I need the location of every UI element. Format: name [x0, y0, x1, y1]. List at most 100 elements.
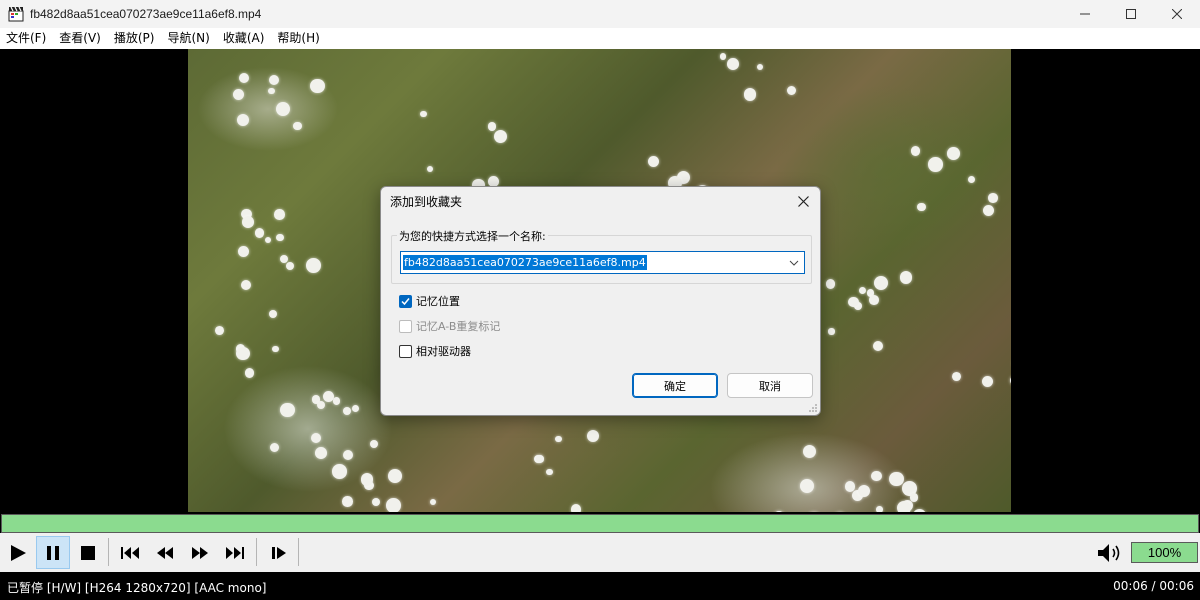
minimize-icon [1080, 13, 1090, 15]
flower-speck [536, 455, 544, 463]
flower-speck [910, 145, 921, 156]
relative-drive-label: 相对驱动器 [416, 345, 471, 358]
frame-step-button[interactable] [262, 536, 296, 569]
flower-speck [554, 435, 562, 443]
speaker-icon[interactable] [1096, 542, 1124, 564]
skip-previous-icon [121, 546, 139, 559]
menu-file[interactable]: 文件(F) [0, 28, 53, 49]
flower-speck [719, 53, 727, 60]
flower-speck [311, 432, 322, 443]
cancel-button[interactable]: 取消 [727, 373, 813, 398]
flower-speck [988, 193, 998, 203]
stop-icon [81, 545, 95, 560]
skip-next-icon [226, 546, 244, 559]
flower-speck [280, 402, 295, 418]
flower-speck [285, 261, 294, 270]
pause-button[interactable] [36, 536, 70, 569]
flower-speck [238, 73, 250, 84]
rewind-button[interactable] [148, 536, 182, 569]
flower-speck [371, 497, 381, 507]
flower-speck [487, 122, 496, 131]
flower-speck [896, 500, 912, 512]
flower-speck [859, 286, 867, 294]
flower-speck [757, 64, 764, 71]
flower-speck [872, 341, 883, 352]
flower-speck [420, 110, 427, 117]
flower-speck [727, 57, 739, 70]
minimize-button[interactable] [1062, 0, 1108, 28]
flower-speck [293, 121, 302, 131]
previous-button[interactable] [113, 536, 147, 569]
play-button[interactable] [1, 536, 35, 569]
flower-speck [947, 147, 960, 160]
menu-favorites[interactable]: 收藏(A) [217, 28, 272, 49]
next-button[interactable] [218, 536, 252, 569]
status-info: 已暂停 [H/W] [H264 1280x720] [AAC mono] [7, 581, 267, 595]
clapperboard-icon [8, 6, 24, 22]
fast-forward-button[interactable] [183, 536, 217, 569]
remember-position-label: 记忆位置 [416, 295, 460, 308]
play-icon [11, 544, 26, 561]
ok-button[interactable]: 确定 [632, 373, 718, 398]
checkbox-icon[interactable] [399, 344, 412, 358]
flower-speck [267, 87, 275, 95]
flower-speck [369, 439, 378, 448]
dialog-close-button[interactable] [790, 190, 816, 212]
flower-speck [429, 498, 437, 506]
flower-speck [807, 511, 820, 512]
flower-speck [909, 493, 918, 502]
flower-speck [825, 279, 836, 289]
remember-position-checkbox[interactable]: 记忆位置 [399, 293, 460, 309]
flower-speck [342, 406, 351, 415]
flower-speck [240, 280, 251, 291]
frame-step-icon [272, 546, 286, 559]
flower-speck [237, 113, 250, 126]
resize-grip-icon[interactable] [808, 403, 818, 413]
flower-speck [270, 443, 280, 453]
title-bar: fb482d8aa51cea070273ae9ce11a6ef8.mp4 [0, 0, 1200, 28]
flower-speck [268, 75, 279, 86]
flower-speck [858, 485, 871, 498]
menu-help[interactable]: 帮助(H) [271, 28, 326, 49]
flower-speck [306, 258, 322, 273]
flower-speck [351, 404, 360, 413]
flower-speck [874, 275, 889, 290]
window-title: fb482d8aa51cea070273ae9ce11a6ef8.mp4 [30, 7, 262, 21]
chevron-down-icon[interactable] [789, 258, 799, 268]
flower-speck [743, 88, 757, 101]
relative-drive-checkbox[interactable]: 相对驱动器 [399, 343, 471, 359]
maximize-button[interactable] [1108, 0, 1154, 28]
dialog-title: 添加到收藏夹 [390, 195, 463, 209]
flower-speck [237, 246, 249, 257]
flower-speck [889, 471, 904, 487]
close-window-button[interactable] [1154, 0, 1200, 28]
volume-slider[interactable]: 100% [1131, 542, 1198, 563]
shortcut-name-combobox[interactable]: fb482d8aa51cea070273ae9ce11a6ef8.mp4 [400, 251, 805, 274]
stop-button[interactable] [71, 536, 105, 569]
remember-ab-repeat-checkbox: 记忆A-B重复标记 [399, 318, 500, 334]
add-favorite-dialog: 添加到收藏夹 为您的快捷方式选择一个名称: fb482d8aa51cea0702… [380, 186, 821, 416]
remember-ab-repeat-label: 记忆A-B重复标记 [416, 320, 501, 333]
flower-speck [570, 504, 582, 512]
menu-navigate[interactable]: 导航(N) [161, 28, 216, 49]
flower-speck [426, 165, 434, 172]
flower-speck [388, 469, 402, 484]
flower-speck [899, 271, 913, 284]
flower-speck [1009, 376, 1011, 386]
flower-speck [876, 506, 883, 512]
flower-speck [272, 345, 279, 353]
flower-speck [235, 346, 250, 361]
seek-bar[interactable] [1, 514, 1199, 533]
flower-speck [868, 295, 879, 306]
shortcut-name-value: fb482d8aa51cea070273ae9ce11a6ef8.mp4 [403, 255, 647, 270]
flower-speck [828, 328, 835, 335]
menu-view[interactable]: 查看(V) [53, 28, 108, 49]
flower-speck [274, 209, 285, 220]
playback-controls: 100% [0, 533, 1200, 572]
video-area[interactable]: 添加到收藏夹 为您的快捷方式选择一个名称: fb482d8aa51cea0702… [0, 49, 1200, 512]
menu-play[interactable]: 播放(P) [108, 28, 162, 49]
flower-speck [802, 445, 817, 459]
flower-speck [276, 101, 290, 116]
separator [256, 538, 257, 566]
checkbox-checked-icon[interactable] [399, 294, 412, 308]
